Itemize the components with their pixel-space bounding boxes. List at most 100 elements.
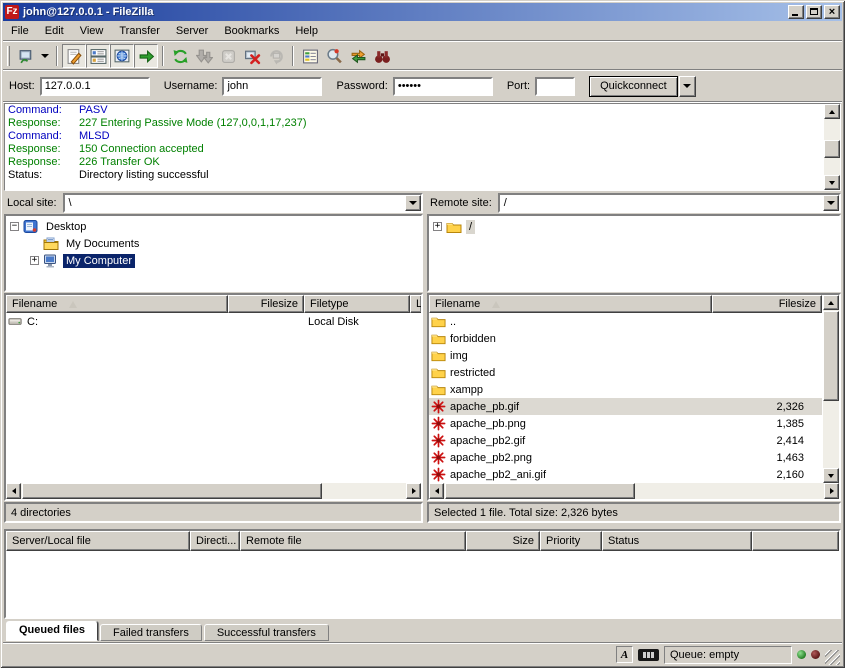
scroll-left-button[interactable] [6, 483, 21, 499]
scrollbar-thumb[interactable] [22, 483, 322, 499]
quickconnect-dropdown-button[interactable] [679, 76, 696, 97]
column-header-size[interactable]: Size [466, 531, 540, 551]
scroll-up-button[interactable] [823, 295, 839, 310]
reconnect-button[interactable] [264, 44, 288, 68]
tree-item[interactable]: + My Computer [6, 252, 421, 269]
file-row[interactable]: apache_pb2.gif 2,414 [429, 432, 822, 449]
transfer-type-indicator[interactable]: A [616, 646, 633, 663]
site-manager-button[interactable] [14, 44, 38, 68]
file-row[interactable]: apache_pb.gif 2,326 [429, 398, 822, 415]
directory-filter-button[interactable] [298, 44, 322, 68]
folder-icon [431, 331, 446, 346]
chevron-down-icon [683, 84, 691, 92]
cancel-operation-button[interactable] [216, 44, 240, 68]
file-row[interactable]: img [429, 347, 822, 364]
tree-expander[interactable]: − [10, 222, 19, 231]
scrollbar-thumb[interactable] [823, 311, 839, 401]
scroll-right-button[interactable] [406, 483, 421, 499]
toolbar-grip[interactable] [7, 46, 10, 66]
column-header-remote-file[interactable]: Remote file [240, 531, 466, 551]
tree-item[interactable]: + / [429, 218, 839, 235]
scroll-left-button[interactable] [429, 483, 444, 499]
column-header-filename[interactable]: Filename [6, 295, 228, 313]
folder-icon [431, 365, 446, 380]
maximize-button[interactable] [806, 5, 822, 19]
menu-item[interactable]: Bookmarks [216, 23, 287, 39]
scroll-right-button[interactable] [824, 483, 839, 499]
remote-vertical-scrollbar[interactable] [823, 295, 839, 483]
username-input[interactable] [222, 77, 322, 96]
column-header-filename[interactable]: Filename [429, 295, 712, 313]
scroll-up-button[interactable] [824, 104, 840, 119]
remote-horizontal-scrollbar[interactable] [429, 483, 839, 499]
find-files-button[interactable] [370, 44, 394, 68]
queue-tabs: Queued files Failed transfers Successful… [6, 620, 329, 641]
remote-site-dropdown-button[interactable] [823, 195, 839, 211]
toggle-remote-tree-button[interactable] [110, 44, 134, 68]
local-horizontal-scrollbar[interactable] [6, 483, 421, 499]
scrollbar-thumb[interactable] [445, 483, 635, 499]
file-row[interactable]: apache_pb2.png 1,463 [429, 449, 822, 466]
toggle-message-log-button[interactable] [62, 44, 86, 68]
queue-tab[interactable]: Failed transfers [100, 624, 202, 641]
tree-expander[interactable]: + [30, 256, 39, 265]
resize-grip[interactable] [825, 650, 840, 665]
file-row[interactable]: apache_pb2_ani.gif 2,160 [429, 466, 822, 483]
file-row[interactable]: .. [429, 313, 822, 330]
remote-site-combobox[interactable]: / [498, 193, 841, 213]
site-manager-dropdown-button[interactable] [38, 44, 52, 68]
local-list-body: C: Local Disk [6, 313, 421, 483]
menu-item[interactable]: Server [168, 23, 216, 39]
tree-item[interactable]: − Desktop [6, 218, 421, 235]
directory-comparison-button[interactable] [322, 44, 346, 68]
menu-item[interactable]: File [3, 23, 37, 39]
column-header-direction[interactable]: Directi... [190, 531, 240, 551]
file-size: 1,463 [712, 452, 812, 464]
speed-limit-icon[interactable] [638, 649, 659, 661]
toggle-local-tree-button[interactable] [86, 44, 110, 68]
window-title: john@127.0.0.1 - FileZilla [23, 6, 786, 18]
port-input[interactable] [535, 77, 575, 96]
menu-item[interactable]: View [72, 23, 112, 39]
column-header-filesize[interactable]: Filesize [228, 295, 304, 313]
column-header-server-local-file[interactable]: Server/Local file [6, 531, 190, 551]
disconnect-button[interactable] [240, 44, 264, 68]
file-row[interactable]: xampp [429, 381, 822, 398]
local-site-combobox[interactable]: \ [63, 193, 423, 213]
menu-item[interactable]: Transfer [111, 23, 168, 39]
file-row[interactable]: restricted [429, 364, 822, 381]
status-bar: A Queue: empty [3, 643, 842, 665]
scroll-down-button[interactable] [823, 468, 839, 483]
queue-tab[interactable]: Queued files [6, 621, 98, 641]
tree-item[interactable]: My Documents [6, 235, 421, 252]
menu-item[interactable]: Edit [37, 23, 72, 39]
process-queue-button[interactable] [192, 44, 216, 68]
close-button[interactable]: × [824, 5, 840, 19]
remote-directory-tree: + / [427, 214, 841, 292]
scroll-down-button[interactable] [824, 175, 840, 190]
refresh-button[interactable] [168, 44, 192, 68]
host-input[interactable] [40, 77, 150, 96]
minimize-button[interactable] [788, 5, 804, 19]
column-header-status[interactable]: Status [602, 531, 752, 551]
toggle-transfer-queue-button[interactable] [134, 44, 158, 68]
column-header-lastmodified[interactable]: L [410, 295, 422, 313]
synchronized-browsing-button[interactable] [346, 44, 370, 68]
password-input[interactable] [393, 77, 493, 96]
file-row[interactable]: C: Local Disk [6, 313, 421, 330]
local-site-dropdown-button[interactable] [405, 195, 421, 211]
column-header-priority[interactable]: Priority [540, 531, 602, 551]
menu-item[interactable]: Help [287, 23, 326, 39]
queue-tab[interactable]: Successful transfers [204, 624, 329, 641]
quickconnect-button[interactable]: Quickconnect [589, 76, 678, 97]
scrollbar-thumb[interactable] [824, 140, 840, 158]
log-scrollbar[interactable] [824, 104, 840, 190]
column-header-filesize[interactable]: Filesize [712, 295, 822, 313]
log-line-type: Status: [5, 169, 79, 182]
close-icon: × [825, 6, 839, 18]
tree-expander[interactable]: + [433, 222, 442, 231]
file-row[interactable]: apache_pb.png 1,385 [429, 415, 822, 432]
file-row[interactable]: forbidden [429, 330, 822, 347]
title-bar[interactable]: Fz john@127.0.0.1 - FileZilla × [3, 3, 842, 21]
column-header-filetype[interactable]: Filetype [304, 295, 410, 313]
